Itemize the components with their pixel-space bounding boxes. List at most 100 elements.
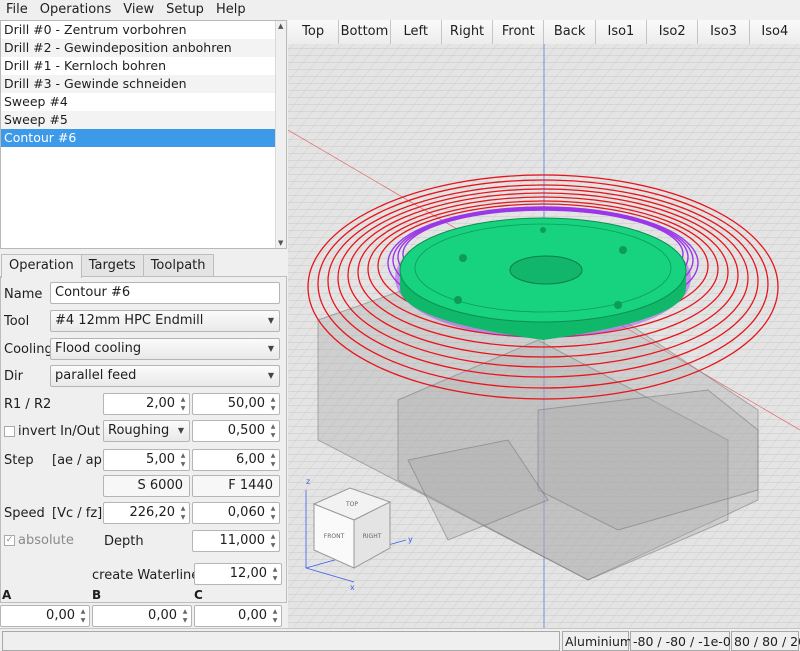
- cooling-label: Cooling: [4, 342, 53, 357]
- invert-label: invert In/Out: [18, 424, 101, 439]
- chevron-down-icon: ▼: [177, 426, 184, 435]
- scroll-up-icon[interactable]: ▲: [278, 22, 283, 30]
- operation-item[interactable]: Drill #2 - Gewindeposition anbohren: [1, 39, 276, 57]
- operation-item-selected[interactable]: Contour #6: [1, 129, 276, 147]
- waterline-value: 12,00: [229, 566, 267, 581]
- operation-list-scrollbar[interactable]: ▲ ▼: [275, 21, 286, 248]
- dir-select[interactable]: parallel feed ▼: [50, 365, 280, 387]
- r2-spinbox[interactable]: 50,00 ▲ ▼: [192, 393, 280, 415]
- axis-b-label: B: [92, 588, 102, 602]
- view-left-button[interactable]: Left: [390, 20, 442, 44]
- axis-a-spinbox[interactable]: 0,00 ▲ ▼: [0, 605, 90, 627]
- tab-targets[interactable]: Targets: [80, 254, 144, 277]
- axis-c-label: C: [194, 588, 203, 602]
- spin-arrows-icon[interactable]: ▲ ▼: [268, 532, 278, 550]
- view-back-button[interactable]: Back: [544, 20, 596, 44]
- strategy-value: 0,500: [227, 423, 265, 438]
- axis-a-label: A: [2, 588, 12, 602]
- menu-help[interactable]: Help: [210, 0, 252, 20]
- tab-toolpath[interactable]: Toolpath: [142, 254, 214, 277]
- view-iso3-button[interactable]: Iso3: [698, 20, 750, 44]
- spin-arrows-icon[interactable]: ▲ ▼: [270, 565, 280, 583]
- name-label: Name: [4, 287, 43, 302]
- spin-arrows-icon[interactable]: ▲ ▼: [178, 451, 188, 469]
- fz-value: 0,060: [227, 505, 265, 520]
- cooling-select-value: Flood cooling: [55, 341, 142, 356]
- scroll-down-icon[interactable]: ▼: [278, 239, 283, 247]
- status-message: [2, 631, 560, 651]
- spin-arrows-icon[interactable]: ▲ ▼: [178, 395, 188, 413]
- menu-view[interactable]: View: [117, 0, 160, 20]
- viewport-canvas[interactable]: TOP FRONT RIGHT z x y: [288, 20, 800, 628]
- view-front-button[interactable]: Front: [493, 20, 545, 44]
- speed-label: Speed: [4, 506, 45, 521]
- axis-c-value: 0,00: [238, 608, 267, 623]
- cooling-select[interactable]: Flood cooling ▼: [50, 338, 280, 360]
- view-iso4-button[interactable]: Iso4: [749, 20, 800, 44]
- spin-arrows-icon[interactable]: ▲ ▼: [268, 422, 278, 440]
- vc-spinbox[interactable]: 226,20 ▲ ▼: [103, 502, 190, 524]
- dir-select-value: parallel feed: [55, 368, 137, 383]
- fz-spinbox[interactable]: 0,060 ▲ ▼: [192, 502, 280, 524]
- operation-item[interactable]: Sweep #4: [1, 93, 276, 111]
- invert-checkbox[interactable]: [4, 426, 15, 437]
- view-toolbar: Top Bottom Left Right Front Back Iso1 Is…: [288, 20, 800, 44]
- depth-spinbox[interactable]: 11,000 ▲ ▼: [192, 530, 280, 552]
- operation-item[interactable]: Drill #3 - Gewinde schneiden: [1, 75, 276, 93]
- tab-operation[interactable]: Operation: [1, 254, 82, 278]
- operation-item[interactable]: Sweep #5: [1, 111, 276, 129]
- status-material: Aluminium: [562, 631, 632, 651]
- spin-arrows-icon[interactable]: ▲ ▼: [270, 607, 280, 625]
- operation-item[interactable]: Drill #1 - Kernloch bohren: [1, 57, 276, 75]
- view-right-button[interactable]: Right: [441, 20, 494, 44]
- axis-a-value: 0,00: [46, 608, 75, 623]
- view-bottom-button[interactable]: Bottom: [339, 20, 391, 44]
- feed-display: F 1440: [192, 475, 280, 497]
- axis-b-spinbox[interactable]: 0,00 ▲ ▼: [92, 605, 192, 627]
- axis-c-spinbox[interactable]: 0,00 ▲ ▼: [194, 605, 282, 627]
- strategy-spinbox[interactable]: 0,500 ▲ ▼: [192, 420, 280, 442]
- r1-r2-label: R1 / R2: [4, 397, 52, 412]
- name-input[interactable]: Contour #6: [50, 282, 280, 304]
- status-bounds-min: -80 / -80 / -1e-07: [630, 631, 739, 651]
- chevron-down-icon: ▼: [267, 371, 274, 380]
- spin-arrows-icon[interactable]: ▲ ▼: [178, 504, 188, 522]
- ap-value: 6,00: [236, 452, 265, 467]
- speed-unit-label: [Vc / fz]: [52, 506, 103, 521]
- r2-value: 50,00: [227, 396, 265, 411]
- menu-operations[interactable]: Operations: [34, 0, 117, 20]
- viewcube-right-text: RIGHT: [363, 533, 382, 540]
- r1-value: 2,00: [146, 396, 175, 411]
- chevron-down-icon: ▼: [267, 344, 274, 353]
- absolute-checkbox[interactable]: ✓: [4, 535, 15, 546]
- spin-arrows-icon[interactable]: ▲ ▼: [268, 504, 278, 522]
- waterline-spinbox[interactable]: 12,00 ▲ ▼: [194, 563, 282, 585]
- ap-spinbox[interactable]: 6,00 ▲ ▼: [192, 449, 280, 471]
- step-unit-label: [ae / ap]: [52, 453, 107, 468]
- tool-label: Tool: [4, 314, 30, 329]
- view-iso1-button[interactable]: Iso1: [595, 20, 648, 44]
- depth-value: 11,000: [219, 533, 266, 548]
- tool-select-value: #4 12mm HPC Endmill: [55, 313, 204, 328]
- menu-file[interactable]: File: [0, 0, 34, 20]
- r1-spinbox[interactable]: 2,00 ▲ ▼: [103, 393, 190, 415]
- ae-spinbox[interactable]: 5,00 ▲ ▼: [103, 449, 190, 471]
- spin-arrows-icon[interactable]: ▲ ▼: [268, 395, 278, 413]
- spin-arrows-icon[interactable]: ▲ ▼: [268, 451, 278, 469]
- depth-label: Depth: [104, 534, 144, 549]
- left-panel: Drill #0 - Zentrum vorbohren Drill #2 - …: [0, 20, 287, 631]
- operation-item[interactable]: Drill #0 - Zentrum vorbohren: [1, 21, 276, 39]
- operation-list[interactable]: Drill #0 - Zentrum vorbohren Drill #2 - …: [0, 20, 287, 249]
- spin-arrows-icon[interactable]: ▲ ▼: [78, 607, 88, 625]
- viewcube-z-label: z: [306, 477, 310, 486]
- tool-select[interactable]: #4 12mm HPC Endmill ▼: [50, 310, 280, 332]
- 3d-viewport[interactable]: TOP FRONT RIGHT z x y: [288, 20, 800, 628]
- menu-setup[interactable]: Setup: [160, 0, 210, 20]
- dir-label: Dir: [4, 369, 23, 384]
- strategy-select-value: Roughing: [108, 423, 170, 438]
- chevron-down-icon: ▼: [267, 316, 274, 325]
- spin-arrows-icon[interactable]: ▲ ▼: [180, 607, 190, 625]
- view-top-button[interactable]: Top: [288, 20, 340, 44]
- view-iso2-button[interactable]: Iso2: [647, 20, 699, 44]
- strategy-select[interactable]: Roughing ▼: [103, 420, 190, 442]
